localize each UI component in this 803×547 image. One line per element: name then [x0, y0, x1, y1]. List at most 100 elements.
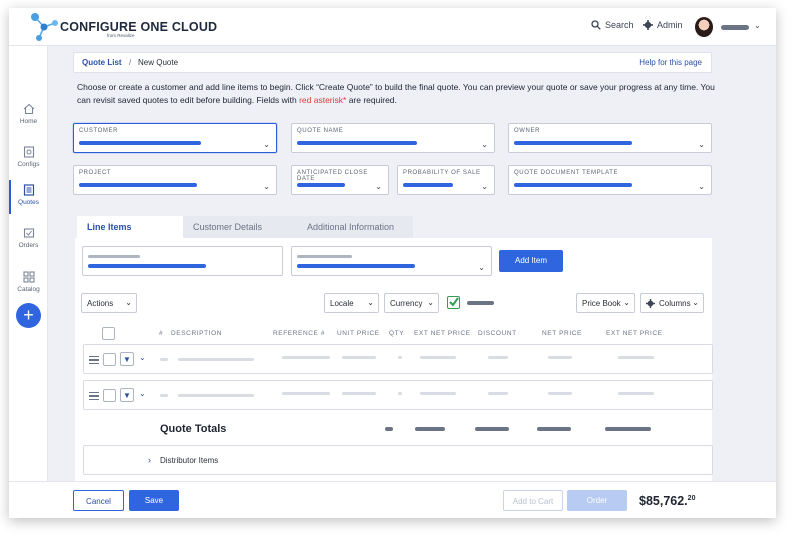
top-bar: CONFIGURE ONE CLOUD from Revalize Search… [9, 8, 776, 46]
chevron-down-icon[interactable]: ⌄ [139, 389, 146, 398]
caret-down-icon[interactable]: ▼ [120, 352, 134, 366]
tab-additional-information[interactable]: Additional Information [297, 216, 413, 238]
locale-dropdown[interactable]: Locale ⌄ [324, 293, 379, 313]
quote-name-value [297, 141, 417, 145]
caret-down-icon[interactable]: ▼ [120, 388, 134, 402]
add-to-cart-button[interactable]: Add to Cart [503, 490, 563, 511]
chevron-down-icon[interactable]: ⌄ [698, 182, 705, 191]
chevron-down-icon[interactable]: ⌄ [481, 182, 488, 191]
chevron-down-icon[interactable]: ⌄ [263, 182, 270, 191]
sidebar-item-label: Catalog [17, 286, 40, 293]
product-quantity-field[interactable]: ⌄ [291, 246, 492, 276]
customer-field[interactable]: CUSTOMER ⌄ [73, 123, 277, 153]
project-value [79, 183, 197, 187]
chevron-down-icon[interactable]: ⌄ [754, 21, 761, 30]
tab-line-items[interactable]: Line Items [77, 216, 183, 238]
probability-field[interactable]: PROBABILITY OF SALE ⌄ [397, 165, 495, 195]
row-ext-net-price-2-placeholder [618, 356, 654, 359]
row-number-placeholder [160, 394, 168, 397]
table-row[interactable]: ▼ ⌄ [83, 344, 713, 374]
sidebar-item-quotes[interactable]: Quotes [9, 180, 48, 216]
sidebar-item-home[interactable]: Home [9, 99, 48, 135]
order-button[interactable]: Order [567, 490, 627, 511]
sidebar-item-configs[interactable]: Configs [9, 142, 48, 178]
probability-label: PROBABILITY OF SALE [403, 170, 481, 176]
admin-link[interactable]: Admin [643, 20, 683, 30]
product-quantity-placeholder [297, 255, 352, 258]
breadcrumb-separator: / [129, 58, 132, 67]
add-item-button[interactable]: Add Item [499, 250, 563, 272]
search-link[interactable]: Search [591, 20, 634, 30]
row-discount-placeholder [488, 392, 508, 395]
add-new-button[interactable]: + [16, 303, 41, 328]
catalog-icon [22, 271, 35, 283]
avatar[interactable] [695, 17, 713, 37]
project-field[interactable]: PROJECT ⌄ [73, 165, 277, 195]
quote-template-field[interactable]: QUOTE DOCUMENT TEMPLATE ⌄ [508, 165, 712, 195]
row-number-placeholder [160, 358, 168, 361]
project-label: PROJECT [79, 170, 112, 176]
product-search-field[interactable] [82, 246, 283, 276]
row-unit-price-placeholder [342, 356, 376, 359]
row-checkbox[interactable] [103, 353, 116, 366]
quote-template-value [514, 183, 632, 187]
drag-handle-icon[interactable] [89, 356, 99, 364]
columns-dropdown[interactable]: Columns ⌄ [640, 293, 704, 313]
total-ext-net-price-2-value [605, 427, 651, 431]
row-net-price-placeholder [548, 356, 572, 359]
chevron-down-icon: ⌄ [427, 298, 434, 307]
row-description-placeholder [178, 394, 254, 397]
column-header-qty: QTY [389, 330, 405, 337]
probability-value [403, 183, 453, 187]
owner-field[interactable]: OWNER ⌄ [508, 123, 712, 153]
breadcrumb: Quote List / New Quote Help for this pag… [73, 52, 712, 73]
save-button[interactable]: Save [129, 490, 179, 511]
configs-icon [23, 146, 34, 158]
instructions-text: Choose or create a customer and add line… [77, 81, 717, 107]
quote-name-field[interactable]: QUOTE NAME ⌄ [291, 123, 495, 153]
display-checkbox[interactable] [447, 296, 460, 309]
sidebar-item-orders[interactable]: Orders [9, 223, 48, 259]
locale-label: Locale [330, 299, 354, 308]
chevron-down-icon[interactable]: ⌄ [478, 263, 485, 272]
home-icon [23, 103, 34, 115]
user-name-placeholder[interactable] [721, 25, 749, 30]
sidebar-item-label: Orders [18, 242, 39, 249]
admin-label: Admin [657, 20, 683, 30]
cancel-button[interactable]: Cancel [73, 490, 124, 511]
price-book-dropdown[interactable]: Price Book ⌄ [576, 293, 635, 313]
chevron-down-icon[interactable]: ⌄ [263, 140, 270, 149]
chevron-down-icon: ⌄ [623, 298, 630, 307]
currency-label: Currency [390, 299, 423, 308]
sidebar-item-catalog[interactable]: Catalog [9, 267, 48, 303]
close-date-field[interactable]: ANTICIPATED CLOSE DATE ⌄ [291, 165, 389, 195]
chevron-down-icon[interactable]: ⌄ [375, 182, 382, 191]
currency-dropdown[interactable]: Currency ⌄ [384, 293, 439, 313]
column-header-reference: REFERENCE # [273, 330, 326, 337]
distributor-items-row[interactable]: › Distributor Items [83, 445, 713, 475]
total-net-price-value [537, 427, 571, 431]
product-quantity-value [297, 264, 415, 268]
actions-dropdown[interactable]: Actions ⌄ [81, 293, 137, 313]
chevron-right-icon[interactable]: › [148, 455, 151, 465]
instructions-suffix: are required. [346, 95, 397, 105]
tab-customer-details[interactable]: Customer Details [183, 216, 297, 238]
chevron-down-icon[interactable]: ⌄ [698, 140, 705, 149]
product-search-placeholder [88, 255, 140, 258]
close-date-label: ANTICIPATED CLOSE DATE [297, 170, 368, 182]
select-all-checkbox[interactable] [102, 327, 115, 340]
help-link[interactable]: Help for this page [639, 58, 702, 67]
chevron-down-icon[interactable]: ⌄ [139, 353, 146, 362]
chevron-down-icon: ⌄ [367, 298, 374, 307]
configure-one-logo-icon[interactable] [27, 11, 61, 43]
close-date-value [297, 183, 345, 187]
breadcrumb-quote-list-link[interactable]: Quote List [82, 58, 122, 67]
row-ext-net-price-placeholder [420, 356, 456, 359]
chevron-down-icon[interactable]: ⌄ [481, 140, 488, 149]
row-checkbox[interactable] [103, 389, 116, 402]
row-net-price-placeholder [548, 392, 572, 395]
quote-totals-label: Quote Totals [160, 423, 227, 435]
search-icon [591, 20, 601, 30]
table-row[interactable]: ▼ ⌄ [83, 380, 713, 410]
drag-handle-icon[interactable] [89, 392, 99, 400]
